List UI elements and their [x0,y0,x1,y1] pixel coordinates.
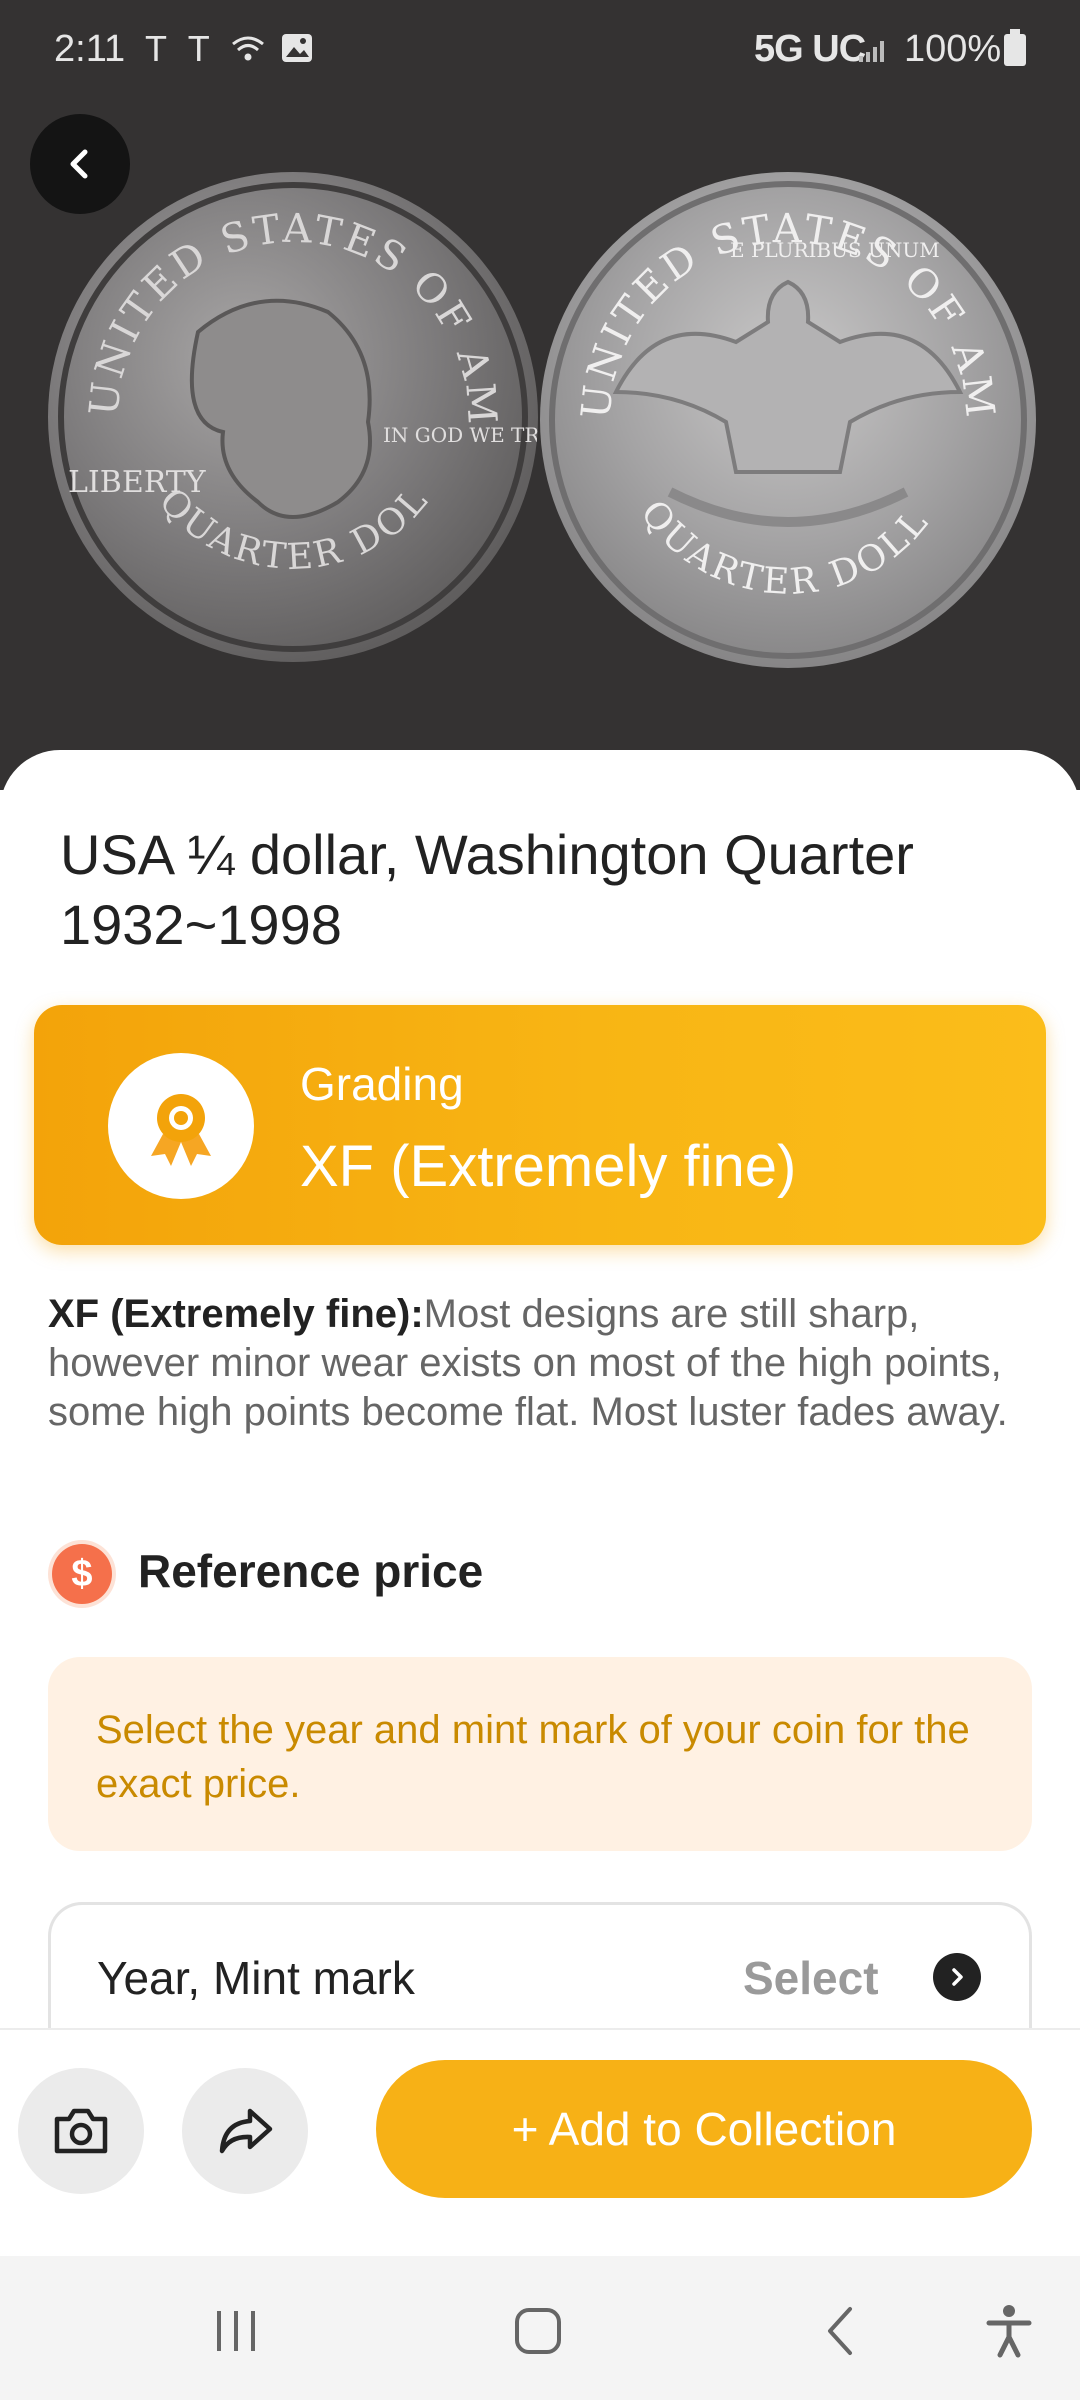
wifi-icon [232,36,264,61]
battery-icon [1004,29,1026,66]
grading-description-term: XF (Extremely fine): [48,1292,424,1336]
grading-card[interactable]: Grading XF (Extremely fine) [34,1005,1046,1245]
select-action[interactable]: Select [743,1951,879,2005]
grading-description: XF (Extremely fine):Most designs are sti… [48,1290,1038,1437]
chevron-left-icon [70,149,88,179]
share-button[interactable] [182,2068,308,2194]
camera-button[interactable] [18,2068,144,2194]
award-ribbon-icon [151,1094,211,1166]
camera-icon [54,2108,108,2154]
add-to-collection-button[interactable]: + Add to Collection [376,2060,1032,2198]
coin-obverse-image: UNITED STATES OF AMERICA QUARTER DOLLAR … [48,172,538,662]
obverse-motto: IN GOD WE TRUST [383,423,538,447]
reference-price-heading: Reference price [138,1545,484,1597]
obverse-liberty: LIBERTY [68,465,207,500]
status-bar: 2:11 T T 5G UC 100% [0,0,1080,100]
accessibility-icon[interactable] [974,2296,1044,2366]
dollar-icon: $ [52,1544,112,1604]
recent-apps-icon[interactable] [201,2296,271,2366]
price-hint-box: Select the year and mint mark of your co… [48,1657,1032,1851]
share-icon [219,2108,273,2154]
home-icon[interactable] [503,2296,573,2366]
chevron-right-icon[interactable] [933,1953,981,2001]
coin-title: USA ¼ dollar, Washington Quarter 1932~19… [60,823,914,956]
grade-badge [108,1053,254,1199]
year-mint-label: Year, Mint mark [97,1952,415,2004]
bottom-action-bar: + Add to Collection [0,2028,1080,2256]
status-notification-icons: T T [145,28,313,70]
reverse-motto: E PLURIBUS UNUM [730,238,940,262]
grading-value: XF (Extremely fine) [300,1134,797,1199]
system-navigation-bar [0,2256,1080,2400]
coin-image-hero: 2:11 T T 5G UC 100% UNITED STATES OF AM … [0,0,1080,790]
back-icon[interactable] [805,2296,875,2366]
back-button[interactable] [30,114,130,214]
network-label: 5G UC [754,28,866,70]
signal-icon [859,41,884,62]
battery-percent: 100% [904,28,1002,70]
grading-label: Grading [300,1058,464,1110]
coin-reverse-image: UNITED STATES OF AMERICA QUARTER DOLLAR … [540,172,1036,668]
status-time: 2:11 [54,28,126,70]
image-icon [282,34,313,62]
price-hint-text: Select the year and mint mark of your co… [96,1708,970,1806]
